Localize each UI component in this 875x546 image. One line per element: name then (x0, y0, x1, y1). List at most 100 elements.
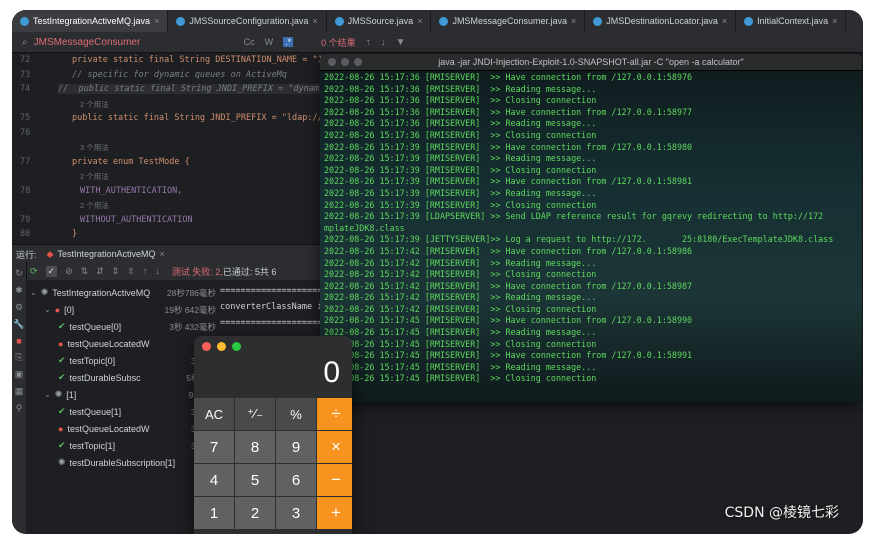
line-number: 80 (20, 229, 31, 239)
wrench-icon[interactable]: 🔧 (12, 319, 26, 330)
test-tree-item[interactable]: ✔testQueue[1]3秒 46 (26, 403, 216, 420)
calc-key[interactable]: % (276, 398, 316, 430)
close-icon[interactable]: × (571, 16, 576, 26)
sort-icon[interactable]: ⇅ (81, 266, 89, 277)
calc-key[interactable]: − (317, 464, 352, 496)
calc-key[interactable]: 9 (276, 431, 316, 463)
match-case-toggle[interactable]: Cc (244, 37, 255, 47)
rerun-failed-icon[interactable]: ↻ (12, 268, 26, 279)
calc-key[interactable]: ⁺⁄₋ (235, 398, 275, 430)
test-tree-item[interactable]: ✔testTopic[1]3秒 49 (26, 437, 216, 454)
calc-key[interactable]: 7 (194, 431, 234, 463)
calc-key[interactable]: 5 (235, 464, 275, 496)
calculator-window[interactable]: 0 AC ⁺⁄₋% ÷ 7 8 9 × 4 5 6− 1 2 3 + (194, 336, 352, 534)
close-window-button[interactable] (202, 342, 211, 351)
editor-tab[interactable]: JMSMessageConsumer.java × (431, 10, 586, 32)
terminal-line: 2022-08-26 15:17:45 [RMISERVER] >> Closi… (324, 373, 597, 384)
desktop-screenshot: TestIntegrationActiveMQ.java × JMSSourceCo… (12, 10, 863, 534)
calculator-keypad: AC ⁺⁄₋% ÷ 7 8 9 × 4 5 6− 1 2 3 + (194, 398, 352, 529)
test-tree-item[interactable]: ⌄ ● [0] 19秒 642毫秒 (26, 301, 216, 318)
calc-key[interactable]: 6 (276, 464, 316, 496)
test-name: testDurableSubsc (69, 372, 141, 383)
terminal-line: 2022-08-26 15:17:42 [RMISERVER] >> Closi… (324, 303, 597, 314)
test-tree-item[interactable]: ✺ testDurableSubscription[1] (26, 454, 216, 471)
usage-hint: 2 个用法 (80, 201, 109, 210)
close-icon[interactable]: × (832, 16, 837, 26)
calc-key[interactable]: 1 (194, 497, 234, 529)
test-tree-item[interactable]: ●testQueueLocatedW3秒 53 (26, 420, 216, 437)
editor-tab[interactable]: TestIntegrationActiveMQ.java × (12, 10, 169, 32)
restore-icon[interactable]: ⎘ (12, 352, 26, 363)
expand-arrow-icon[interactable]: ⌄ (44, 390, 51, 399)
up-icon[interactable]: ↑ (143, 266, 148, 276)
test-tree-item[interactable]: ⌄ ✺ TestIntegrationActiveMQ 28秒786毫秒 (26, 284, 216, 301)
search-icon: ⌕ (22, 36, 28, 48)
terminal-line: 2022-08-26 15:17:36 [RMISERVER] >> Readi… (324, 83, 597, 94)
line-gutter: 72 73 74 75 76 77 78 79 80 (12, 53, 52, 245)
run-config-tab[interactable]: ◆ TestIntegrationActiveMQ × (47, 249, 165, 260)
calc-key[interactable]: 3 (276, 497, 316, 529)
editor-tab[interactable]: InitialContext.java × (736, 10, 847, 32)
calc-key[interactable]: + (317, 497, 352, 529)
collapse-all-icon[interactable]: ⇳ (127, 266, 135, 277)
debug-icon[interactable]: ✱ (12, 285, 26, 296)
rerun-icon[interactable]: ⟳ (30, 266, 38, 277)
close-window-button[interactable] (328, 58, 336, 66)
next-occurrence-icon[interactable]: ↓ (381, 37, 386, 48)
error-icon: ● (54, 304, 61, 315)
close-icon[interactable]: × (417, 16, 422, 26)
minimize-window-button[interactable] (341, 58, 349, 66)
settings-icon[interactable]: ⚙ (12, 302, 26, 313)
regex-toggle-icon[interactable]: .* (283, 37, 294, 47)
close-icon[interactable]: × (159, 249, 164, 259)
console-line: converterClassName is (220, 302, 328, 312)
zoom-window-button[interactable] (232, 342, 241, 351)
test-tree-item[interactable]: ✔testTopic[0]3秒 51 (26, 352, 216, 369)
editor-tab[interactable]: JMSSource.java × (327, 10, 432, 32)
layout-icon[interactable]: ▦ (12, 386, 26, 397)
run-side-toolbar: ↻ ✱ ⚙ 🔧 ■ ⎘ ▣ ▦ ⚲ (12, 262, 27, 534)
whole-word-toggle[interactable]: W (265, 37, 274, 47)
pin-icon[interactable]: ⚲ (12, 403, 26, 414)
expand-arrow-icon[interactable]: ⌄ (44, 305, 51, 314)
calc-key[interactable]: ÷ (317, 398, 352, 430)
editor-tab[interactable]: JMSSourceConfiguration.java × (168, 10, 327, 32)
close-icon[interactable]: × (312, 16, 317, 26)
check-icon: ✔ (58, 406, 66, 416)
close-icon[interactable]: × (722, 16, 727, 26)
editor-tab[interactable]: JMSDestinationLocator.java × (585, 10, 737, 32)
close-icon[interactable]: × (154, 16, 159, 26)
terminal-title-bar: java -jar JNDI-Injection-Exploit-1.0-SNA… (320, 54, 862, 71)
show-passed-icon[interactable]: ✓ (45, 265, 58, 277)
code-editor[interactable]: 72 73 74 75 76 77 78 79 80 private static final … (12, 53, 333, 245)
terminal-line: 2022-08-26 15:17:45 [RMISERVER] >> Readi… (324, 327, 597, 338)
calc-key[interactable]: 4 (194, 464, 234, 496)
prev-occurrence-icon[interactable]: ↑ (366, 37, 371, 48)
down-icon[interactable]: ↓ (155, 266, 160, 276)
terminal-title: java -jar JNDI-Injection-Exploit-1.0-SNA… (438, 57, 744, 67)
filter-icon[interactable]: ▼ (396, 37, 406, 48)
test-tree-item[interactable]: ✔ testQueue[0] 3秒 432毫秒 (26, 318, 216, 335)
window-controls (328, 58, 362, 66)
line-number: 78 (20, 185, 31, 196)
calc-key[interactable]: AC (194, 398, 234, 430)
expand-arrow-icon[interactable]: ⌄ (30, 288, 37, 297)
terminal-window[interactable]: java -jar JNDI-Injection-Exploit-1.0-SNA… (320, 54, 862, 402)
test-tree-item[interactable]: ⌄✺[1]9秒144 (26, 386, 216, 403)
minimize-window-button[interactable] (217, 342, 226, 351)
show-ignored-icon[interactable]: ⊘ (65, 266, 73, 277)
tab-label: JMSMessageConsumer.java (452, 16, 568, 26)
stop-icon[interactable]: ■ (12, 336, 26, 346)
code-line: private enum TestMode { (72, 156, 190, 167)
calc-key[interactable]: 2 (235, 497, 275, 529)
sort-duration-icon[interactable]: ⇵ (96, 266, 104, 277)
zoom-window-button[interactable] (354, 58, 362, 66)
search-input[interactable]: JMSMessageConsumer (34, 37, 244, 48)
usage-hint: 2 个用法 (80, 99, 109, 109)
test-tree-item[interactable]: ●testQueueLocatedW3秒 5 (26, 335, 216, 352)
calc-key[interactable]: × (317, 431, 352, 463)
calc-key[interactable]: 8 (235, 431, 275, 463)
expand-all-icon[interactable]: ⇕ (112, 266, 120, 277)
camera-icon[interactable]: ▣ (12, 369, 26, 380)
test-tree-item[interactable]: ✔testDurableSubsc5秒 107 (26, 369, 216, 386)
